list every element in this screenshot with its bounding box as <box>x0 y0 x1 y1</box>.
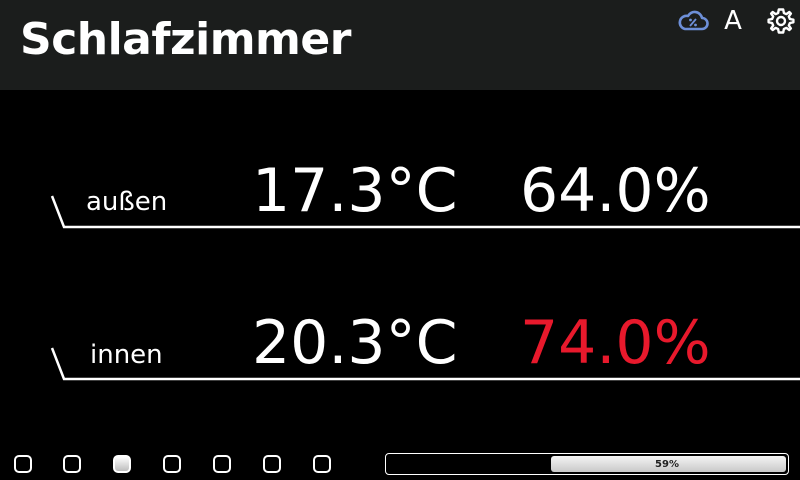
temperature-value: 17.3°C <box>252 156 458 226</box>
page-dot-active[interactable] <box>113 455 131 473</box>
progress-label: 59% <box>655 458 679 470</box>
screen: Schlafzimmer A außen 17.3°C 64.0% innen … <box>0 0 800 480</box>
humidity-value: 74.0% <box>520 308 711 378</box>
font-icon[interactable]: A <box>720 6 746 36</box>
reading-label: innen <box>90 340 163 370</box>
page-dot[interactable] <box>14 455 32 473</box>
gear-icon[interactable] <box>766 6 796 36</box>
header-bar: Schlafzimmer A <box>0 0 800 90</box>
page-dot[interactable] <box>213 455 231 473</box>
humidity-value: 64.0% <box>520 156 711 226</box>
temperature-value: 20.3°C <box>252 308 458 378</box>
reading-label: außen <box>86 187 168 217</box>
room-title: Schlafzimmer <box>20 14 351 65</box>
page-dot[interactable] <box>63 455 81 473</box>
page-indicator <box>0 455 380 475</box>
progress-bar: 59% <box>385 453 789 475</box>
reading-row-outside: außen 17.3°C 64.0% <box>0 150 800 230</box>
page-dot[interactable] <box>313 455 331 473</box>
page-dot[interactable] <box>263 455 281 473</box>
cloud-percent-icon[interactable] <box>676 6 710 36</box>
reading-row-inside: innen 20.3°C 74.0% <box>0 302 800 382</box>
page-dot[interactable] <box>163 455 181 473</box>
